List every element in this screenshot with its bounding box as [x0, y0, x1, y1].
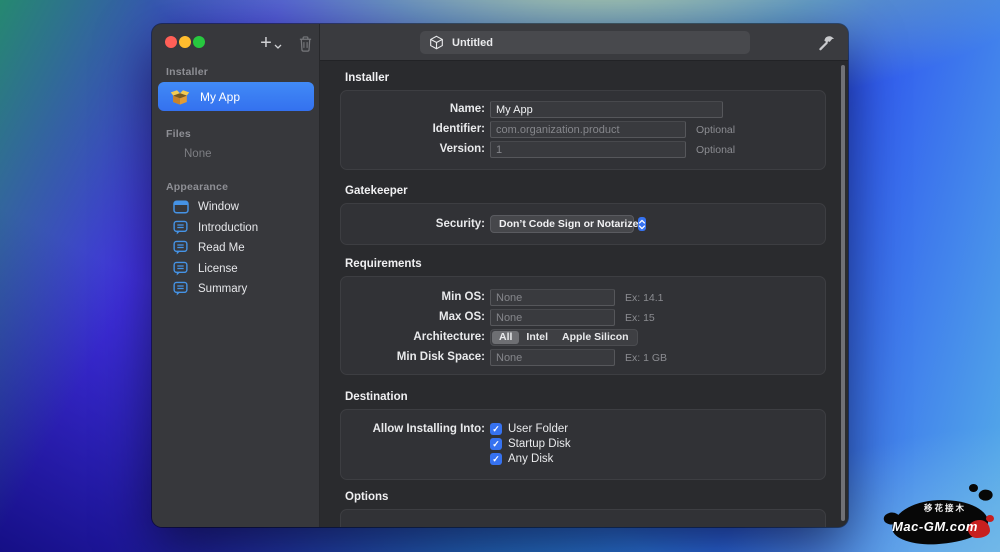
- security-label: Security:: [341, 218, 485, 230]
- trash-icon: [298, 35, 313, 52]
- scrollbar-thumb[interactable]: [841, 65, 845, 521]
- checkbox-label: Any Disk: [508, 453, 553, 465]
- sidebar-files-none: None: [184, 148, 212, 160]
- delete-button[interactable]: [294, 30, 316, 56]
- document-title: Untitled: [452, 37, 493, 49]
- security-dropdown-value: Don’t Code Sign or Notarize: [499, 218, 638, 230]
- name-label: Name:: [341, 103, 485, 115]
- speech-bubble-icon: [172, 261, 189, 277]
- window-icon: [172, 200, 189, 214]
- checkbox-row-startup-disk[interactable]: ✓ Startup Disk: [490, 437, 571, 451]
- dropdown-stepper-icon: [638, 217, 646, 231]
- section-heading-gatekeeper: Gatekeeper: [345, 185, 408, 197]
- destination-group: Allow Installing Into: ✓ User Folder ✓ S…: [340, 409, 826, 480]
- hammer-icon: [817, 33, 836, 52]
- architecture-label: Architecture:: [341, 331, 485, 343]
- section-heading-installer: Installer: [345, 72, 389, 84]
- installer-group: Name: Identifier: Optional Version: Opti…: [340, 90, 826, 170]
- options-group: [340, 509, 826, 527]
- sidebar-item-label: Window: [198, 201, 239, 213]
- architecture-segmented-control: All Intel Apple Silicon: [490, 329, 638, 346]
- sidebar: + Installer My App F: [152, 24, 320, 527]
- checkbox-row-any-disk[interactable]: ✓ Any Disk: [490, 452, 553, 466]
- settings-scroll-area: Installer Name: Identifier: Optional Ver…: [320, 61, 848, 527]
- min-os-label: Min OS:: [341, 291, 485, 303]
- sidebar-item-my-app[interactable]: My App: [158, 82, 314, 111]
- speech-bubble-icon: [172, 240, 189, 256]
- sidebar-item-label: Introduction: [198, 222, 258, 234]
- min-disk-input[interactable]: [490, 349, 615, 366]
- sidebar-item-label: My App: [200, 90, 240, 104]
- sidebar-section-installer: Installer: [166, 66, 208, 78]
- main-content: Untitled Installer Name: Identifier:: [320, 24, 848, 527]
- max-os-input[interactable]: [490, 309, 615, 326]
- section-heading-requirements: Requirements: [345, 258, 422, 270]
- speech-bubble-icon: [172, 220, 189, 236]
- max-os-label: Max OS:: [341, 311, 485, 323]
- checkbox-checked-icon[interactable]: ✓: [490, 438, 502, 450]
- segment-all[interactable]: All: [492, 331, 519, 344]
- sidebar-item-label: Read Me: [198, 242, 245, 254]
- version-label: Version:: [341, 143, 485, 155]
- version-input[interactable]: [490, 141, 686, 158]
- segment-intel[interactable]: Intel: [519, 331, 555, 344]
- close-window-button[interactable]: [165, 36, 177, 48]
- sidebar-section-appearance: Appearance: [166, 181, 228, 193]
- minimize-window-button[interactable]: [179, 36, 191, 48]
- ink-splatter-dot: [969, 484, 978, 492]
- checkbox-checked-icon[interactable]: ✓: [490, 423, 502, 435]
- chevron-down-icon: [274, 44, 282, 49]
- section-heading-destination: Destination: [345, 391, 408, 403]
- document-toolbar: Untitled: [320, 24, 848, 61]
- identifier-optional-hint: Optional: [696, 124, 735, 136]
- min-disk-hint: Ex: 1 GB: [625, 352, 667, 364]
- checkbox-checked-icon[interactable]: ✓: [490, 453, 502, 465]
- sidebar-section-files: Files: [166, 128, 191, 140]
- checkbox-label: User Folder: [508, 423, 568, 435]
- allow-installing-label: Allow Installing Into:: [341, 423, 485, 435]
- package-cube-icon: [429, 35, 444, 50]
- desktop-wallpaper: + Installer My App F: [0, 0, 1000, 552]
- watermark-site-text: Mac-GM.com: [892, 519, 978, 534]
- watermark-chinese-text: 移花接木: [924, 502, 966, 514]
- version-optional-hint: Optional: [696, 144, 735, 156]
- plus-icon: +: [260, 32, 272, 55]
- sidebar-item-label: Summary: [198, 283, 247, 295]
- checkbox-label: Startup Disk: [508, 438, 571, 450]
- identifier-label: Identifier:: [341, 123, 485, 135]
- sidebar-item-read-me[interactable]: Read Me: [166, 238, 314, 258]
- zoom-window-button[interactable]: [193, 36, 205, 48]
- sidebar-item-license[interactable]: License: [166, 259, 314, 279]
- watermark: 移花接木 Mac-GM.com: [882, 484, 992, 546]
- checkbox-row-user-folder[interactable]: ✓ User Folder: [490, 422, 568, 436]
- gatekeeper-group: Security: Don’t Code Sign or Notarize: [340, 203, 826, 245]
- sidebar-item-window[interactable]: Window: [166, 197, 314, 217]
- min-os-hint: Ex: 14.1: [625, 292, 664, 304]
- security-dropdown[interactable]: Don’t Code Sign or Notarize: [490, 215, 634, 233]
- name-input[interactable]: [490, 101, 723, 118]
- ink-blob: [891, 498, 989, 547]
- build-button[interactable]: [815, 32, 837, 52]
- min-disk-label: Min Disk Space:: [341, 351, 485, 363]
- sidebar-item-label: License: [198, 263, 238, 275]
- sidebar-item-summary[interactable]: Summary: [166, 279, 314, 299]
- add-package-button[interactable]: +: [256, 30, 286, 56]
- red-splash: [968, 520, 990, 538]
- min-os-input[interactable]: [490, 289, 615, 306]
- app-window: + Installer My App F: [152, 24, 848, 527]
- section-heading-options: Options: [345, 491, 388, 503]
- sidebar-item-introduction[interactable]: Introduction: [166, 218, 314, 238]
- package-box-icon: [170, 88, 190, 106]
- speech-bubble-icon: [172, 281, 189, 297]
- max-os-hint: Ex: 15: [625, 312, 655, 324]
- requirements-group: Min OS: Ex: 14.1 Max OS: Ex: 15 Architec…: [340, 276, 826, 375]
- segment-apple-silicon[interactable]: Apple Silicon: [555, 331, 636, 344]
- document-tab[interactable]: Untitled: [420, 31, 750, 54]
- identifier-input[interactable]: [490, 121, 686, 138]
